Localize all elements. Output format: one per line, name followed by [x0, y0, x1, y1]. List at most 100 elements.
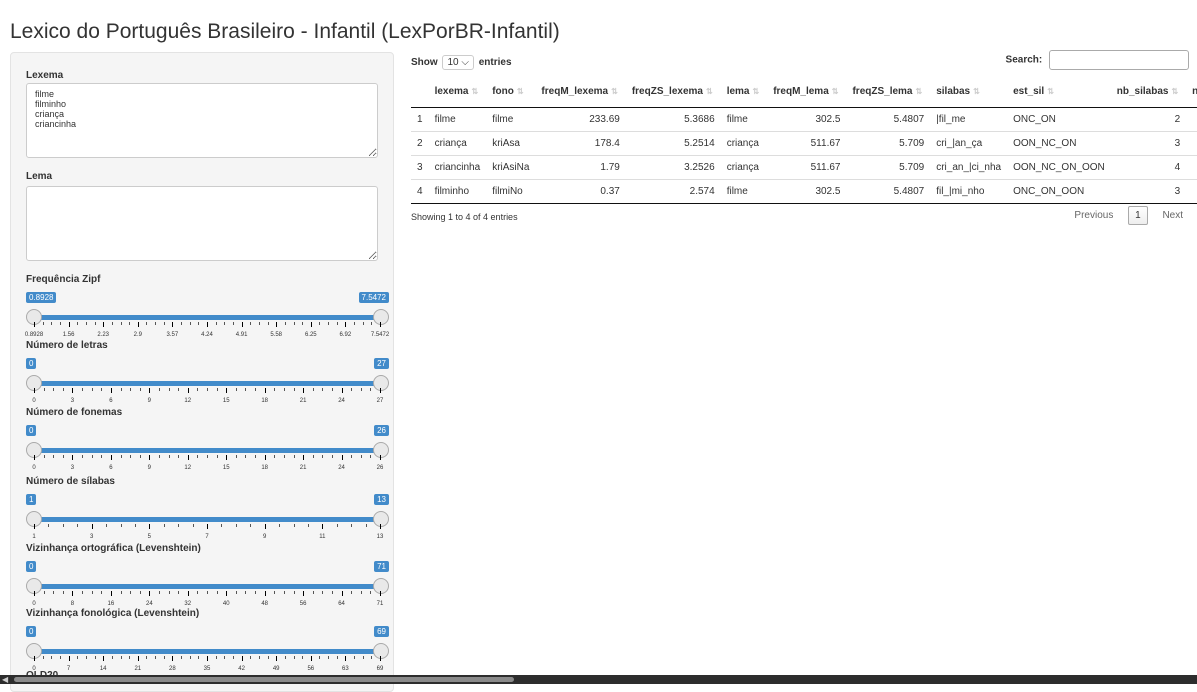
column-header[interactable]: nb_silabas ⇅: [1110, 80, 1187, 108]
table-row[interactable]: 4 filminho filmiNo 0.37 2.574 filme 302.5 5.480…: [411, 179, 1197, 204]
chevron-down-icon: ⌵: [461, 57, 469, 68]
column-header[interactable]: fono ⇅: [486, 80, 536, 108]
slider-minor-tick: [312, 455, 314, 458]
range-slider[interactable]: 0 27 0 3 6 9 12 15 18 21 24 27: [26, 348, 389, 404]
horizontal-scrollbar[interactable]: ◀: [0, 675, 1197, 684]
table-row[interactable]: 1 filme filme 233.69 5.3686 filme 302.5 5.4807 |…: [411, 107, 1197, 132]
slider-minor-tick: [130, 591, 132, 594]
slider-tick: [72, 455, 74, 460]
slider-minor-tick: [258, 322, 260, 325]
slider-tick: [264, 591, 266, 596]
column-header[interactable]: freqZS_lema ⇅: [846, 80, 931, 108]
slider-to-value: 26: [374, 425, 389, 436]
page-length-control: Show 10 ⌵ entries: [411, 55, 512, 70]
slider-minor-tick: [198, 322, 200, 325]
column-header[interactable]: est_sil ⇅: [1007, 80, 1111, 108]
column-header-label: nb_letra: [1192, 86, 1197, 97]
table-cell: 5.709: [846, 131, 931, 156]
slider-minor-tick: [120, 524, 122, 527]
column-header: [411, 80, 429, 108]
slider-minor-tick: [302, 322, 304, 325]
slider-tick-label: 9: [262, 534, 267, 540]
slider-bar[interactable]: [33, 448, 379, 453]
range-slider[interactable]: 0 71 0 8 16 24 32 40 48 56 64 71: [26, 551, 389, 607]
slider-minor-tick: [216, 455, 218, 458]
slider-tick-label: 40: [222, 601, 230, 607]
page-length-select[interactable]: 10 ⌵: [442, 55, 474, 70]
table-cell: 511.67: [767, 155, 847, 180]
sort-icon[interactable]: ⇅: [611, 87, 618, 96]
previous-page-button[interactable]: Previous: [1068, 207, 1119, 224]
slider-tick: [207, 656, 208, 661]
slider-minor-tick: [235, 388, 237, 391]
slider-minor-tick: [51, 322, 53, 325]
slider-minor-tick: [43, 455, 45, 458]
slider-from-value: 0: [26, 561, 37, 572]
slider-bar[interactable]: [33, 315, 379, 320]
slider-minor-tick: [53, 455, 55, 458]
slider-minor-tick: [111, 656, 113, 659]
slider-ticks: [26, 455, 386, 461]
slider-tick: [149, 524, 151, 529]
column-header[interactable]: freqM_lema ⇅: [767, 80, 847, 108]
slider-minor-tick: [139, 388, 141, 391]
column-header[interactable]: freqZS_lexema ⇅: [625, 80, 721, 108]
range-slider[interactable]: 1 13 1 3 5 7 9 11 13: [26, 484, 389, 540]
slider-tick-label: 0: [32, 398, 36, 404]
slider-tick: [34, 656, 35, 661]
column-header[interactable]: freqM_lexema ⇅: [535, 80, 626, 108]
slider-tick-label: 0.8928: [24, 332, 44, 338]
slider-tick-label: 28: [169, 666, 176, 672]
search-input[interactable]: [1049, 50, 1189, 70]
sort-icon[interactable]: ⇅: [752, 87, 759, 96]
slider-minor-tick: [146, 656, 148, 659]
slider-minor-tick: [158, 455, 160, 458]
page-1-button[interactable]: 1: [1128, 206, 1148, 225]
scroll-left-icon[interactable]: ◀: [2, 675, 8, 684]
column-header[interactable]: nb_letra: [1186, 80, 1197, 108]
sort-icon[interactable]: ⇅: [706, 87, 713, 96]
lexema-input[interactable]: [26, 83, 378, 158]
scrollbar-thumb[interactable]: [14, 677, 514, 682]
sort-icon[interactable]: ⇅: [1171, 87, 1178, 96]
slider-minor-tick: [51, 656, 53, 659]
slider-minor-tick: [155, 656, 157, 659]
sort-icon[interactable]: ⇅: [832, 87, 839, 96]
slider-tick-labels: 0 7 14 21 28 35 42 49 56 63 69: [26, 666, 386, 674]
sort-icon[interactable]: ⇅: [517, 87, 524, 96]
slider-minor-tick: [284, 322, 286, 325]
sort-icon[interactable]: ⇅: [916, 87, 923, 96]
sort-icon[interactable]: ⇅: [973, 87, 980, 96]
table-row[interactable]: 3 criancinha kriAsiNa 1.79 3.2526 criança 511.…: [411, 155, 1197, 180]
range-slider[interactable]: 0.8928 7.5472 0.8928 1.56 2.23 2.9 3.57 4.24 4.9…: [24, 282, 389, 338]
sort-icon[interactable]: ⇅: [471, 87, 478, 96]
slider-tick: [341, 388, 343, 393]
column-header[interactable]: silabas ⇅: [930, 80, 1008, 108]
table-cell: kriAsa: [486, 131, 536, 156]
slider-bar[interactable]: [33, 584, 379, 589]
table-cell: [1186, 179, 1197, 204]
slider-tick: [322, 524, 324, 529]
slider-minor-tick: [370, 455, 372, 458]
slider-bar[interactable]: [33, 517, 379, 522]
slider-bar[interactable]: [33, 381, 379, 386]
slider-tick: [110, 388, 112, 393]
slider-tick: [380, 524, 381, 529]
range-slider[interactable]: 0 69 0 7 14 21 28 35 42 49 56 63 69: [26, 616, 389, 674]
slider-minor-tick: [245, 591, 247, 594]
next-page-button[interactable]: Next: [1156, 207, 1189, 224]
column-header-label: freqZS_lema: [852, 86, 913, 97]
range-slider[interactable]: 0 26 0 3 6 9 12 15 18 21 24 26: [26, 415, 389, 471]
slider-tick: [137, 322, 139, 327]
column-header[interactable]: lema ⇅: [720, 80, 768, 108]
table-row[interactable]: 2 criança kriAsa 178.4 5.2514 criança 511.67 5.…: [411, 131, 1197, 156]
slider-tick: [380, 455, 381, 460]
slider-tick-label: 9: [147, 398, 151, 404]
slider-bar[interactable]: [33, 649, 379, 654]
slider-minor-tick: [197, 388, 199, 391]
slider-minor-tick: [293, 656, 295, 659]
column-header[interactable]: lexema ⇅: [428, 80, 487, 108]
lema-input[interactable]: [26, 186, 378, 261]
sort-icon[interactable]: ⇅: [1047, 87, 1054, 96]
slider-minor-tick: [360, 455, 362, 458]
